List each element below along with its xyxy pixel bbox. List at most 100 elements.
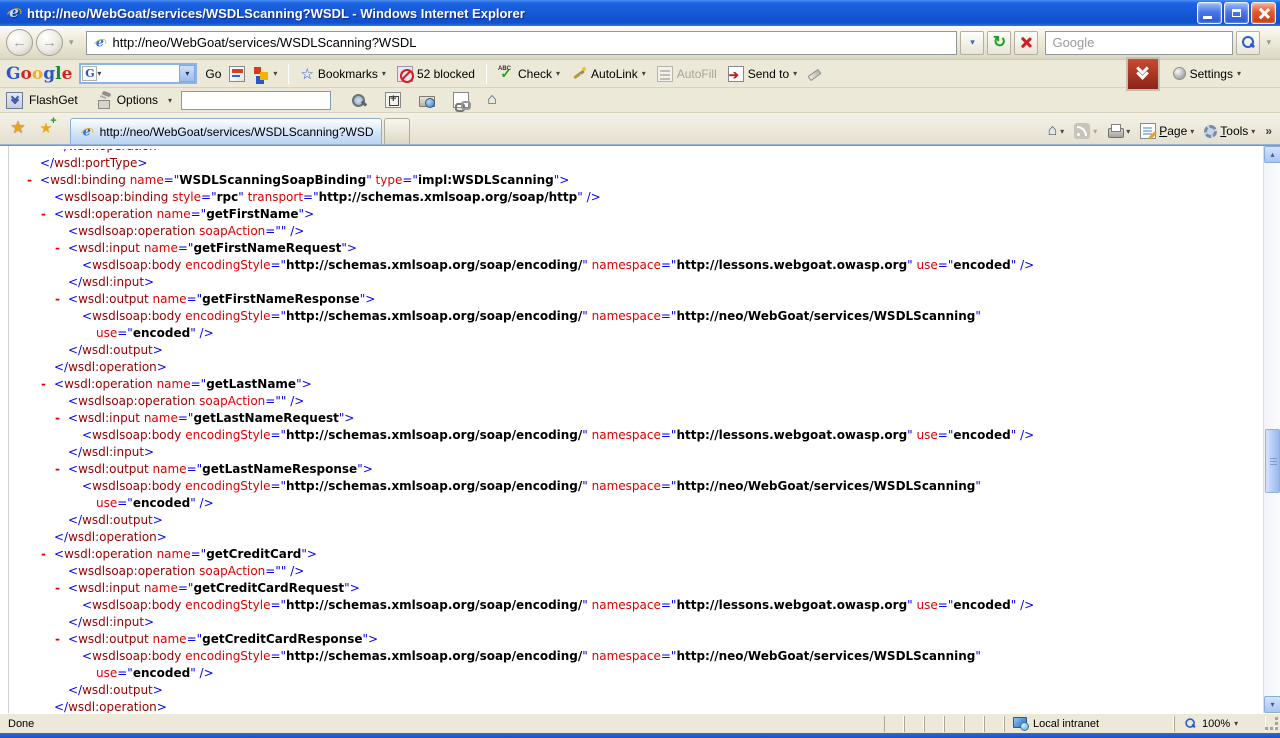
tools-menu-button[interactable]: Tools▾	[1200, 122, 1259, 140]
refresh-button[interactable]: ↻	[987, 31, 1011, 55]
flashget-label: FlashGet	[29, 93, 78, 107]
web-search-icon[interactable]	[351, 92, 367, 108]
separator	[288, 64, 289, 84]
tab-active[interactable]: e http://neo/WebGoat/services/WSDLScanni…	[70, 118, 382, 144]
xml-line: -<wsdl:output name="getFirstNameResponse…	[0, 291, 1263, 308]
xml-line: -<wsdl:operation name="getFirstName">	[0, 206, 1263, 223]
chevron-down-icon[interactable]: ▾	[97, 69, 101, 78]
page-menu-button[interactable]: Page▾	[1136, 121, 1198, 141]
zoom-control[interactable]: 100% ▾	[1174, 716, 1266, 732]
flashget-home-icon[interactable]: ⌂	[487, 92, 497, 108]
search-input[interactable]: Google	[1045, 31, 1233, 55]
collapse-toggle[interactable]: -	[27, 172, 32, 189]
download-links-icon[interactable]	[453, 92, 469, 108]
stop-icon	[1020, 36, 1033, 49]
zoom-level: 100%	[1202, 718, 1230, 730]
form-icon	[657, 66, 673, 82]
google-search-combo[interactable]: G ▾ ▾	[79, 63, 197, 84]
stop-button[interactable]	[1014, 31, 1038, 55]
chevron-down-icon: ▾	[642, 69, 646, 78]
flashget-launcher-button[interactable]	[1126, 57, 1160, 91]
toolbar-overflow-button[interactable]: »	[1261, 124, 1276, 138]
scrollbar-thumb[interactable]	[1265, 429, 1280, 493]
favorites-button[interactable]: ★	[6, 116, 30, 140]
google-logo-letter: g	[43, 64, 55, 84]
minimize-button[interactable]	[1197, 2, 1222, 24]
status-pane	[964, 716, 984, 732]
xml-line: use="encoded" />	[0, 665, 1263, 682]
abc-check-icon: ✓	[498, 66, 514, 82]
xml-line: </wsdl:portType>	[0, 155, 1263, 172]
autolink-button[interactable]: AutoLink▾	[568, 64, 649, 84]
collapse-toggle[interactable]: -	[41, 206, 46, 223]
chevron-down-icon[interactable]: ▾	[1234, 719, 1238, 728]
add-favorite-button[interactable]: ★	[34, 116, 58, 140]
collapse-toggle[interactable]: -	[55, 580, 60, 597]
chevron-down-icon: ▾	[1237, 69, 1241, 78]
xml-line: </wsdl:output>	[0, 682, 1263, 699]
scroll-down-button[interactable]: ▾	[1264, 696, 1280, 713]
status-text: Done	[0, 718, 884, 730]
search-button[interactable]	[1236, 31, 1260, 55]
vertical-scrollbar[interactable]: ▴ ▾	[1263, 146, 1280, 713]
highlighter-icon[interactable]	[805, 66, 821, 82]
xml-line: </wsdl:operation>	[0, 529, 1263, 546]
send-to-icon	[728, 66, 744, 82]
home-button[interactable]: ⌂▾	[1044, 121, 1069, 141]
cube-button[interactable]: ▾	[250, 64, 280, 84]
collapse-toggle[interactable]: -	[55, 410, 60, 427]
chevron-down-icon: ▾	[1251, 127, 1255, 136]
site-explorer-icon[interactable]	[419, 92, 435, 108]
zone-label: Local intranet	[1033, 718, 1099, 730]
address-dropdown-button[interactable]: ▾	[960, 31, 984, 55]
combo-dropdown-button[interactable]: ▾	[179, 65, 195, 82]
google-logo-letter: e	[62, 64, 73, 84]
xml-line: -<wsdl:operation name="getLastName">	[0, 376, 1263, 393]
google-logo-letter: G	[6, 64, 21, 84]
collapse-toggle[interactable]: -	[55, 461, 60, 478]
collapse-toggle[interactable]: -	[41, 376, 46, 393]
card-icon[interactable]	[229, 66, 245, 82]
print-button[interactable]: ▾	[1103, 121, 1134, 141]
chevron-down-icon: ▾	[556, 69, 560, 78]
recent-pages-dropdown[interactable]: ▾	[66, 37, 77, 48]
xml-line: <wsdlsoap:operation soapAction="" />	[0, 563, 1263, 580]
zoom-icon	[1185, 718, 1197, 730]
capture-target-icon[interactable]	[385, 92, 401, 108]
collapse-toggle[interactable]: -	[55, 631, 60, 648]
wand-icon	[571, 66, 587, 82]
collapse-toggle[interactable]: -	[55, 291, 60, 308]
xml-line: use="encoded" />	[0, 325, 1263, 342]
send-to-button[interactable]: Send to▾	[725, 64, 800, 84]
address-bar[interactable]: e http://neo/WebGoat/services/WSDLScanni…	[86, 31, 958, 55]
xml-line: </wsdl:operation>	[0, 699, 1263, 713]
collapse-toggle[interactable]: -	[41, 546, 46, 563]
new-tab-button[interactable]	[384, 118, 410, 144]
google-logo: Google	[6, 64, 72, 84]
xml-line: <wsdlsoap:body encodingStyle="http://sch…	[0, 257, 1263, 274]
settings-button[interactable]: Settings▾	[1170, 65, 1244, 83]
autofill-button: AutoFill	[654, 64, 720, 84]
close-icon	[1252, 3, 1275, 23]
collapse-toggle[interactable]: -	[55, 240, 60, 257]
flashget-search-input[interactable]	[181, 91, 331, 110]
xml-line: -<wsdl:input name="getCreditCardRequest"…	[0, 580, 1263, 597]
forward-button[interactable]: →	[36, 29, 63, 56]
xml-line: -<wsdl:input name="getLastNameRequest">	[0, 410, 1263, 427]
scroll-up-button[interactable]: ▴	[1264, 146, 1280, 163]
bookmarks-button[interactable]: ☆ Bookmarks▾	[297, 63, 389, 85]
options-button[interactable]: Options▾	[94, 90, 175, 110]
go-button[interactable]: Go	[202, 65, 224, 83]
tab-bar: ★ ★ e http://neo/WebGoat/services/WSDLSc…	[0, 113, 1280, 145]
restore-button[interactable]	[1224, 2, 1249, 24]
google-g-icon: G	[82, 66, 97, 81]
page-favicon: e	[93, 36, 107, 50]
back-button[interactable]: ←	[6, 29, 33, 56]
separator	[486, 64, 487, 84]
close-button[interactable]	[1251, 2, 1276, 24]
resize-grip[interactable]	[1266, 716, 1280, 732]
search-options-dropdown[interactable]: ▾	[1263, 37, 1274, 48]
popup-blocker-button[interactable]: 52 blocked	[394, 64, 478, 84]
spellcheck-button[interactable]: ✓ Check▾	[495, 64, 563, 84]
xml-line: -<wsdl:output name="getLastNameResponse"…	[0, 461, 1263, 478]
